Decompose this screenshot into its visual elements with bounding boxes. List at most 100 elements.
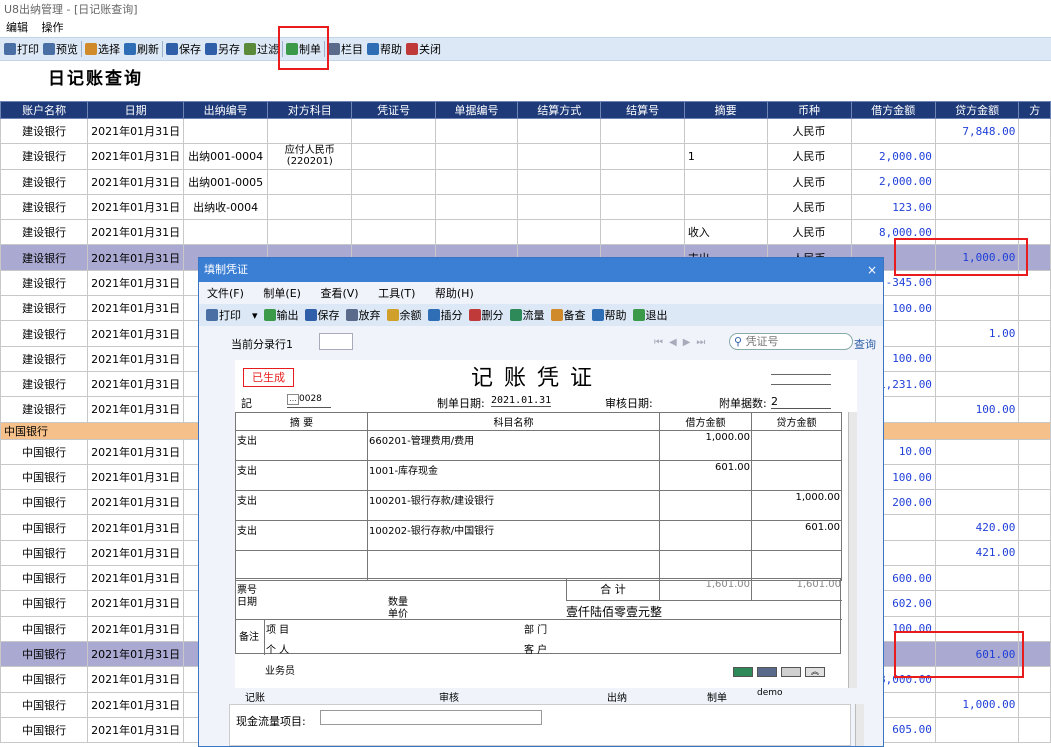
main-btn-5[interactable]: 另存: [203, 39, 242, 59]
dlg-btn-11[interactable]: 退出: [630, 305, 671, 325]
dialog-menu-file[interactable]: 文件(F): [207, 287, 244, 300]
voucher-number-field[interactable]: … 0028: [287, 394, 331, 408]
voucher-entry-row[interactable]: 支出 100201-银行存款/建设银行 1,000.00: [235, 490, 842, 521]
entry-debit[interactable]: [659, 490, 752, 521]
dialog-close-icon[interactable]: ×: [867, 258, 877, 282]
entry-empty-cell[interactable]: [751, 550, 842, 581]
nav-arrows-icon[interactable]: ⏮◀▶⏭: [654, 337, 711, 348]
dlg-btn-0[interactable]: 打印: [203, 305, 244, 325]
col-header[interactable]: 账户名称: [0, 101, 89, 119]
dlg-btn-10[interactable]: 帮助: [589, 305, 630, 325]
cashflow-input[interactable]: [320, 710, 542, 725]
entry-summary[interactable]: 支出: [235, 430, 368, 461]
cashflow-scrollbar[interactable]: [855, 704, 864, 746]
table-row[interactable]: 建设银行 2021年01月31日 出纳001-0004 应付人民币 (220201) 1 人…: [0, 143, 1051, 170]
entry-empty-cell[interactable]: [367, 550, 660, 581]
table-row[interactable]: 建设银行 2021年01月31日 人民币 7,848.00: [0, 117, 1051, 145]
dlg-btn-4[interactable]: 放弃: [343, 305, 384, 325]
dlg-btn-2[interactable]: 输出: [261, 305, 302, 325]
entry-empty-cell[interactable]: [235, 550, 368, 581]
entry-summary[interactable]: 支出: [235, 460, 368, 491]
col-header[interactable]: 结算号: [600, 101, 685, 119]
entry-debit[interactable]: 1,000.00: [659, 430, 752, 461]
collapse-icon[interactable]: ︽: [805, 667, 825, 677]
total-debit: 1,601.00: [660, 579, 752, 601]
voucher-scrollbar[interactable]: [848, 412, 857, 688]
dlg-btn-3[interactable]: 保存: [302, 305, 343, 325]
entry-credit[interactable]: [751, 460, 842, 491]
status-badge: 已生成: [243, 368, 294, 387]
voucher-search-box[interactable]: ⚲ 凭证号: [729, 333, 853, 350]
cashflow-icon: [509, 309, 522, 321]
menu-edit[interactable]: 编辑: [6, 21, 28, 34]
voucher-entry-row[interactable]: 支出 1001-库存现金 601.00: [235, 460, 842, 491]
main-btn-9[interactable]: 帮助: [365, 39, 404, 59]
dlg-btn-5[interactable]: 余额: [384, 305, 425, 325]
entry-account[interactable]: 100202-银行存款/中国银行: [367, 520, 660, 551]
col-header[interactable]: 摘要: [683, 101, 768, 119]
cell-empty: [1018, 396, 1051, 423]
table-row[interactable]: 建设银行 2021年01月31日 出纳收-0004 人民币 123.00: [0, 193, 1051, 221]
col-header[interactable]: 凭证号: [351, 101, 436, 119]
col-header[interactable]: 出纳编号: [183, 101, 269, 119]
main-btn-8[interactable]: 栏目: [326, 39, 365, 59]
entry-summary[interactable]: 支出: [235, 520, 368, 551]
voucher-search-button[interactable]: 查询: [854, 336, 876, 352]
cell-acct: 建设银行: [0, 193, 89, 221]
entry-credit[interactable]: [751, 430, 842, 461]
dlg-btn-6[interactable]: 插分: [425, 305, 466, 325]
col-header[interactable]: 对方科目: [267, 101, 353, 119]
main-btn-1[interactable]: 预览: [41, 39, 80, 59]
entry-empty-cell[interactable]: [659, 550, 752, 581]
main-btn-2[interactable]: 选择: [83, 39, 122, 59]
col-header[interactable]: 日期: [87, 101, 185, 119]
dlg-btn-1[interactable]: ▾: [244, 305, 261, 325]
dialog-menu-help[interactable]: 帮助(H): [435, 287, 474, 300]
col-header[interactable]: 贷方金额: [934, 101, 1020, 119]
dialog-menu-make[interactable]: 制单(E): [263, 287, 301, 300]
entry-credit[interactable]: 601.00: [751, 520, 842, 551]
dialog-menu-view[interactable]: 查看(V): [320, 287, 358, 300]
main-btn-4[interactable]: 保存: [164, 39, 203, 59]
main-btn-3[interactable]: 刷新: [122, 39, 161, 59]
dlg-btn-7[interactable]: 删分: [466, 305, 507, 325]
entry-account[interactable]: 660201-管理费用/费用: [367, 430, 660, 461]
dlg-btn-8[interactable]: 流量: [507, 305, 548, 325]
entry-debit[interactable]: [659, 520, 752, 551]
current-row-label: 当前分录行1: [231, 338, 293, 351]
date-label: 制单日期:: [437, 397, 485, 410]
table-row[interactable]: 建设银行 2021年01月31日 出纳001-0005 人民币 2,000.00: [0, 168, 1051, 195]
main-btn-10[interactable]: 关闭: [404, 39, 443, 59]
cell-cur: 人民币: [766, 143, 852, 170]
col-header[interactable]: 结算方式: [517, 101, 602, 119]
entry-account[interactable]: 100201-银行存款/建设银行: [367, 490, 660, 521]
col-header[interactable]: 币种: [766, 101, 852, 119]
main-btn-0[interactable]: 打印: [2, 39, 41, 59]
id-icon[interactable]: [757, 667, 777, 677]
page-title: 日记账查询: [48, 69, 143, 89]
menu-operate[interactable]: 操作: [42, 21, 64, 34]
voucher-entry-row[interactable]: 支出 100202-银行存款/中国银行 601.00: [235, 520, 842, 551]
cell-date: 2021年01月31日: [87, 320, 185, 347]
card-icon[interactable]: [733, 667, 753, 677]
col-header[interactable]: 借方金额: [850, 101, 936, 119]
dialog-menu-tools[interactable]: 工具(T): [378, 287, 415, 300]
attach-value[interactable]: 2: [771, 395, 831, 409]
col-header[interactable]: 单据编号: [434, 101, 519, 119]
dlg-btn-9[interactable]: 备查: [548, 305, 589, 325]
col-header[interactable]: 方: [1018, 101, 1051, 119]
table-row[interactable]: 建设银行 2021年01月31日 收入 人民币 8,000.00: [0, 219, 1051, 246]
link-icon[interactable]: [781, 667, 801, 677]
voucher-entry-row[interactable]: 支出 660201-管理费用/费用 1,000.00: [235, 430, 842, 461]
filter-icon: [244, 43, 256, 55]
entry-credit[interactable]: 1,000.00: [751, 490, 842, 521]
current-row-input[interactable]: [319, 333, 353, 350]
voucher-ref-icon[interactable]: …: [287, 394, 299, 405]
entry-account[interactable]: 1001-库存现金: [367, 460, 660, 491]
entry-summary[interactable]: 支出: [235, 490, 368, 521]
col-account: 科目名称: [367, 412, 660, 431]
date-value[interactable]: 2021.01.31: [491, 395, 552, 407]
entry-debit[interactable]: 601.00: [659, 460, 752, 491]
voucher-entry-row-empty[interactable]: [235, 550, 842, 581]
main-btn-6[interactable]: 过滤: [242, 39, 281, 59]
